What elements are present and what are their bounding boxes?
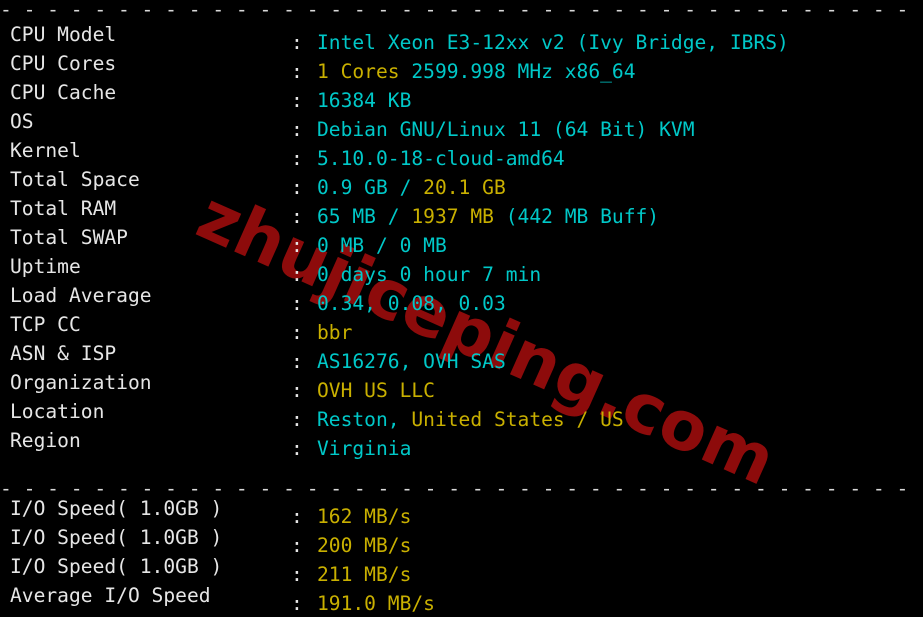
system-info-row: Load Average:0.34, 0.08, 0.03 xyxy=(0,281,923,315)
separator-rule-top: - - - - - - - - - - - - - - - - - - - - … xyxy=(0,0,923,20)
system-info-row: TCP CC: bbr xyxy=(0,310,923,344)
io-test-value: 191.0 MB/s xyxy=(317,592,435,615)
system-info-row: Total Space:0.9 GB / 20.1 GB xyxy=(0,165,923,199)
section-gap-bottom xyxy=(0,610,923,617)
system-info-row: CPU Cores:1 Cores 2599.998 MHz x86_64 xyxy=(0,49,923,83)
system-info-row: CPU Model: Intel Xeon E3-12xx v2 (Ivy Bri… xyxy=(0,20,923,54)
system-info-row: Kernel:5.10.0-18-cloud-amd64 xyxy=(0,136,923,170)
system-info-label: Total RAM xyxy=(10,197,117,220)
system-info-label: ASN & ISP xyxy=(10,342,117,365)
system-info-row: Location: Reston, United States / US xyxy=(0,397,923,431)
io-test-row: Average I/O Speed:191.0 MB/s xyxy=(0,581,923,615)
system-info-label: Location xyxy=(10,400,105,423)
io-test-row: I/O Speed( 1.0GB ):211 MB/s xyxy=(0,552,923,586)
system-info-label: Load Average xyxy=(10,284,152,307)
key-value-colon: : xyxy=(291,437,303,460)
key-value-colon: : xyxy=(291,592,303,615)
io-test-label: I/O Speed( 1.0GB ) xyxy=(10,526,223,549)
system-info-label: Organization xyxy=(10,371,152,394)
system-info-row: ASN & ISP: AS16276, OVH SAS xyxy=(0,339,923,373)
system-info-label: CPU Cores xyxy=(10,52,117,75)
io-test-label: I/O Speed( 1.0GB ) xyxy=(10,555,223,578)
io-test-section: I/O Speed( 1.0GB ):162 MB/s I/O Speed( 1.… xyxy=(0,494,923,615)
terminal-screen: - - - - - - - - - - - - - - - - - - - - … xyxy=(0,0,923,617)
io-test-label: I/O Speed( 1.0GB ) xyxy=(10,497,223,520)
system-info-label: TCP CC xyxy=(10,313,81,336)
system-info-label: CPU Cache xyxy=(10,81,117,104)
system-info-section: CPU Model: Intel Xeon E3-12xx v2 (Ivy Bri… xyxy=(0,20,923,460)
system-info-label: OS xyxy=(10,110,34,133)
io-test-label: Average I/O Speed xyxy=(10,584,211,607)
system-info-row: Total RAM:65 MB / 1937 MB (442 MB Buff) xyxy=(0,194,923,228)
system-info-row: Uptime:0 days 0 hour 7 min xyxy=(0,252,923,286)
system-info-label: Uptime xyxy=(10,255,81,278)
system-info-label: CPU Model xyxy=(10,23,117,46)
system-info-label: Total SWAP xyxy=(10,226,128,249)
terminal-window: zhujiceping.com - - - - - - - - - - - - … xyxy=(0,0,923,617)
system-info-row: Region: Virginia xyxy=(0,426,923,460)
system-info-value: Virginia xyxy=(317,437,412,460)
io-test-row: I/O Speed( 1.0GB ):200 MB/s xyxy=(0,523,923,557)
system-info-row: Total SWAP:0 MB / 0 MB xyxy=(0,223,923,257)
io-test-row: I/O Speed( 1.0GB ):162 MB/s xyxy=(0,494,923,528)
system-info-label: Kernel xyxy=(10,139,81,162)
system-info-row: OS: Debian GNU/Linux 11 (64 Bit) KVM xyxy=(0,107,923,141)
system-info-label: Total Space xyxy=(10,168,140,191)
section-gap-top xyxy=(0,455,923,466)
separator-rule-middle: - - - - - - - - - - - - - - - - - - - - … xyxy=(0,477,923,494)
system-info-label: Region xyxy=(10,429,81,452)
system-info-row: Organization: OVH US LLC xyxy=(0,368,923,402)
system-info-row: CPU Cache:16384 KB xyxy=(0,78,923,112)
